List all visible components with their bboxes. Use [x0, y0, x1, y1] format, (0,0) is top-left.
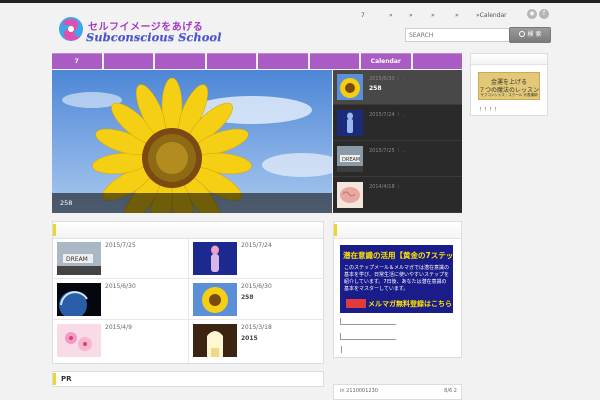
svg-text:DREAM: DREAM	[66, 256, 88, 263]
newsletter-banner[interactable]: 潜在意識の活用【黄金の7ステップ】 このステップメール＆メルマガでは潜在意識の基…	[340, 245, 453, 313]
post-sunflower-image	[193, 283, 237, 316]
post-date: 2015/4/9	[105, 324, 132, 331]
post-item[interactable]: 2015/7/24	[189, 239, 324, 279]
post-light-door-image	[193, 324, 237, 357]
main-nav: 7 Calendar	[52, 53, 462, 69]
heading-marker	[53, 224, 56, 236]
post-title[interactable]: 258	[241, 294, 254, 301]
post-dream-image: DREAM	[57, 242, 101, 275]
info-text: in 2110001230	[340, 388, 378, 394]
post-item[interactable]: 2015/6/30 258	[189, 280, 324, 320]
banner-cta: メルマガ無料登録はこちら	[368, 300, 452, 308]
nav-item-3[interactable]	[155, 53, 205, 69]
post-date: 2015/7/25	[105, 242, 136, 249]
search-icon	[518, 31, 525, 37]
nav-item-6[interactable]	[309, 53, 359, 69]
form-field-edge	[340, 318, 341, 324]
nav-item-5[interactable]	[258, 53, 308, 69]
toplink-3[interactable]: »	[409, 12, 413, 19]
nav-item-1[interactable]: 7	[52, 53, 102, 69]
featured-slider[interactable]: 258	[52, 70, 332, 213]
top-border	[0, 0, 600, 3]
rss-icon[interactable]: ◉	[527, 9, 537, 19]
heading-marker	[334, 224, 337, 236]
post-title[interactable]: 2015	[241, 335, 258, 342]
post-body-image	[193, 242, 237, 275]
thumb-item[interactable]: 2015/6/30 ｜ . 258	[333, 70, 462, 105]
logo-swirl-icon	[59, 17, 83, 41]
nav-item-4[interactable]	[206, 53, 256, 69]
recent-posts-panel: DREAM 2015/7/25 2015/7/24 2015/6/30 2015…	[52, 221, 324, 364]
pr-heading: PR	[61, 375, 72, 383]
slider-thumbnails: 2015/6/30 ｜ . 258 2015/7/24 ｜ . DREAM 20…	[333, 70, 462, 213]
banner-description: このステップメール＆メルマガでは潜在意識の基本を学び、日常生活に使いやすいステッ…	[344, 265, 450, 292]
toplink-5[interactable]: »	[455, 12, 459, 19]
thumb-title: 258	[369, 85, 382, 92]
book-ad-widget: 金運を上げる ７つの魔法のレッスン サブコンシャス・スクール 代表講師 ！！！！	[470, 53, 548, 116]
thumb-item[interactable]: 2015/7/24 ｜ .	[333, 106, 462, 141]
newsletter-header	[334, 222, 461, 239]
logo-english-text: Subconscious School	[86, 30, 222, 44]
form-field-edge	[341, 346, 342, 353]
form-field-line[interactable]	[340, 324, 396, 325]
nav-item-calendar[interactable]: Calendar	[361, 53, 411, 69]
post-date: 2015/6/30	[241, 283, 272, 290]
post-item[interactable]: 2015/4/9	[53, 321, 188, 361]
toplink-calendar[interactable]: » Calendar	[476, 12, 507, 19]
thumb-item[interactable]: DREAM 2015/7/25 ｜ .	[333, 142, 462, 177]
post-item[interactable]: DREAM 2015/7/25	[53, 239, 188, 279]
thumb-date: 2015/7/25 ｜ .	[369, 148, 405, 154]
thumb-date: 2014/4/18 ｜	[369, 184, 402, 190]
banner-title: 潜在意識の活用【黄金の7ステップ】	[343, 251, 453, 260]
pr-section: PR	[52, 371, 324, 387]
thumb-brain-image	[337, 182, 363, 208]
slider-caption[interactable]: 258	[52, 193, 332, 213]
info-count: 8/6 2	[444, 388, 457, 394]
facebook-icon[interactable]: f	[539, 9, 549, 19]
toplink-2[interactable]: »	[389, 12, 393, 19]
post-planet-image	[57, 283, 101, 316]
site-logo[interactable]: セルフイメージをあげる Subconscious School	[58, 14, 221, 48]
post-date: 2015/6/30	[105, 283, 136, 290]
book-banner[interactable]: 金運を上げる ７つの魔法のレッスン サブコンシャス・スクール 代表講師	[478, 72, 540, 100]
search-button[interactable]: 検 索	[509, 27, 551, 43]
post-item[interactable]: 2015/3/18 2015	[189, 321, 324, 361]
heading-marker	[53, 373, 56, 385]
post-date: 2015/3/18	[241, 324, 272, 331]
sunflower-image	[52, 70, 332, 213]
thumb-dream-image: DREAM	[337, 146, 363, 172]
nav-item-2[interactable]	[103, 53, 153, 69]
post-item[interactable]: 2015/6/30	[53, 280, 188, 320]
thumb-body-image	[337, 110, 363, 136]
arrow-icon	[346, 299, 366, 308]
toplink-1[interactable]: 7	[361, 12, 365, 19]
thumb-date: 2015/7/24 ｜ .	[369, 112, 405, 118]
info-widget: in 2110001230 8/6 2	[333, 384, 462, 400]
thumb-item[interactable]: 2014/4/18 ｜	[333, 178, 462, 213]
book-ad-header	[471, 54, 547, 65]
post-blossom-image	[57, 324, 101, 357]
book-caption: ！！！！	[479, 107, 500, 113]
post-date: 2015/7/24	[241, 242, 272, 249]
form-field-line[interactable]	[340, 339, 396, 340]
nav-item-8[interactable]	[412, 53, 462, 69]
book-author: サブコンシャス・スクール 代表講師	[480, 93, 538, 97]
recent-posts-header	[53, 222, 323, 239]
search-input[interactable]	[405, 28, 511, 42]
toplink-4[interactable]: »	[431, 12, 435, 19]
newsletter-widget: 潜在意識の活用【黄金の7ステップ】 このステップメール＆メルマガでは潜在意識の基…	[333, 221, 462, 358]
form-field-edge	[340, 333, 341, 339]
thumb-sunflower-image	[337, 74, 363, 100]
svg-text:DREAM: DREAM	[342, 157, 360, 163]
thumb-date: 2015/6/30 ｜ .	[369, 76, 405, 82]
